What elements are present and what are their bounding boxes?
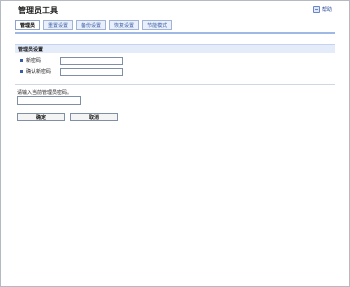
tab-administrator[interactable]: 管理员: [15, 20, 41, 30]
current-password-prompt: 请输入当前管理员密码。: [17, 90, 73, 96]
help-link[interactable]: 帮助: [312, 6, 332, 13]
confirm-password-label: 确认新密码: [26, 69, 52, 75]
help-label: 帮助: [321, 7, 332, 13]
cancel-button[interactable]: 取消: [70, 113, 118, 121]
new-password-row: 新密码: [20, 56, 123, 65]
bullet-icon: [20, 59, 23, 62]
help-icon: [312, 6, 320, 13]
divider: [15, 84, 335, 85]
tab-bar: 管理员 重置设置 备份设置 恢复设置 节能模式: [15, 20, 335, 32]
section-header-admin-settings: 管理员设置: [15, 44, 335, 53]
tab-restore-settings[interactable]: 恢复设置: [109, 20, 140, 30]
admin-tools-window: 管理员工具 帮助 管理员 重置设置 备份设置 恢复设置 节能模式 管理员设置 新…: [0, 0, 350, 287]
tab-underline: [15, 32, 335, 34]
tab-reset-settings[interactable]: 重置设置: [43, 20, 74, 30]
confirm-password-input[interactable]: [60, 67, 123, 76]
current-password-input[interactable]: [17, 96, 81, 105]
new-password-input[interactable]: [60, 56, 123, 65]
confirm-password-row: 确认新密码: [20, 67, 123, 76]
new-password-label: 新密码: [26, 58, 42, 64]
tab-energy-saving[interactable]: 节能模式: [142, 20, 173, 30]
ok-button[interactable]: 确定: [17, 113, 65, 121]
tab-backup-settings[interactable]: 备份设置: [76, 20, 107, 30]
page-title: 管理员工具: [18, 6, 58, 15]
bullet-icon: [20, 70, 23, 73]
